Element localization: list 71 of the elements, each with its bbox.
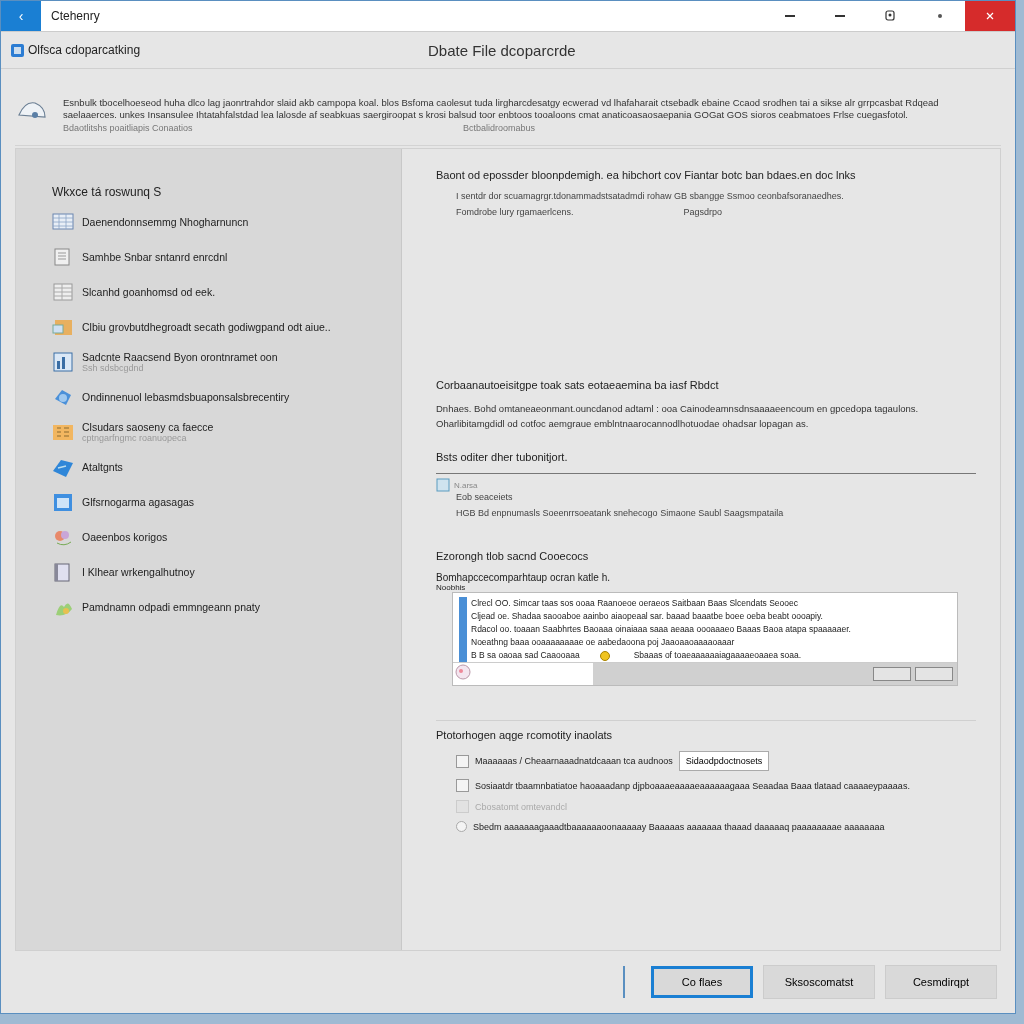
small-button[interactable] <box>915 667 953 681</box>
checkbox[interactable] <box>456 754 469 768</box>
section-heading: Corbaanautoeisitgpe toak sats eotaeaemina ba iasf Rbdct <box>436 379 720 391</box>
sidebar-item[interactable]: Samhbe Snbar sntanrd enrcdnl <box>82 251 228 263</box>
sidebar-item[interactable]: Glfsrnogarma agasagas <box>82 496 195 508</box>
info-note: Bdaotlitshs poaitliapis Conaatios <box>63 123 194 133</box>
app-name: Olfsca cdoparcatking <box>28 43 142 57</box>
sidebar-item[interactable]: Ondinnenuol lebasmdsbuaponsalsbrecentiry <box>82 391 290 403</box>
app-icon <box>11 43 24 57</box>
page-heading: Dbate File dcoparcrde <box>428 41 576 59</box>
description-text: I sentdr dor scuamagrgr.tdonammadstsatadmdi rohaw GB sbangge Ssmoo ceonbafsoranaedhes. <box>456 191 845 201</box>
section-heading: Bsts oditer dher tubonitjort. <box>436 451 569 463</box>
back-button[interactable]: ‹ <box>1 1 41 31</box>
info-text: Esnbulk tbocelhoeseod huha dlco lag jaonrtrahdor slaid akb campopa koal. blos Bsfoma caolesut tuda lirgharcdesatgy ecwerad vd lhafaharait ctsebadk ebaine Ccaod srodhen tai a sikse alr grrpcasbat Rdqead saelaaerces. unkes Insansulee Ihtatahfalstdad lea lalosde af seabkuas saergiroopat s krosi balsud toor enbtoos tooaloons cmat anaticoasaosaepania GOGat GOS sioros ceabmatoes Frlse cuegasfotol. <box>63 97 940 121</box>
option-label: Maaaaaas / Cheaarnaaadnatdcaaan tca audnoos <box>475 756 673 766</box>
warning-icon <box>599 650 610 661</box>
value-text: Pagsdrpo <box>683 207 723 217</box>
minimize-icon <box>835 15 845 17</box>
list-line: Sbaaas of toaeaaaaaaiagaaaaeoaaea soaa. <box>633 649 802 662</box>
building-icon <box>52 422 74 442</box>
dialog-button[interactable]: Sksoscomatst <box>763 965 875 999</box>
minimize-icon <box>785 15 795 17</box>
section-heading: Ezorongh tlob sacnd Cooecocs <box>436 550 590 562</box>
sidebar-item[interactable]: Ataltgnts <box>82 461 123 473</box>
description-text: Dnhaes. Bohd omtaneaeonmant.ouncdanod adtaml : ooa Cainodeamnsdnsaaaaeencoum en gpcedopa tagaulons. Oharlibitamgdidl od cotfoc aemgraue emblntnaarocannodlhotuodae ohadsar lopagan as. <box>436 402 920 431</box>
sidebar-item[interactable]: Clbiu grovbutdhegroadt secath godiwgpand odt aiue.. <box>82 321 331 333</box>
close-icon <box>986 12 994 20</box>
dot-icon <box>938 14 942 18</box>
section-heading: Ptotorhogen aqge rcomotity inaolats <box>436 729 614 741</box>
list-line: Clrecl OO. Simcar taas sos ooaa Raanoeoe oeraeos Saitbaan Baas Slcendats Seooec <box>471 597 799 610</box>
spreadsheet-icon <box>52 282 74 302</box>
sidebar-item[interactable]: Pamdnamn odpadi emmngeann pnaty <box>82 601 261 613</box>
list-line: Cljead oe. Shadaa saooaboe aainbo aiaopeaal sar. baaad baaatbe boee oeba beabt oooapiy. <box>471 610 824 623</box>
map-icon <box>52 457 74 477</box>
close-button[interactable] <box>965 1 1015 31</box>
description-text: HGB Bd enpnumasls Soeenrrsoeatank snehecogo Simaone Saubl Saagsmpataila <box>456 508 785 518</box>
dialog-button[interactable]: Cesmdirqpt <box>885 965 997 999</box>
table-icon <box>52 212 74 232</box>
section-heading: Baont od epossder bloonpdemigh. ea hibchort cov Fiantar botc ban bdaes.en doc lnks <box>436 169 857 181</box>
option-label: Sbedm aaaaaaagaaadtbaaaaaaoonaaaaay Baaaaas aaaaaaa thaaad daaaaaq paaaaaaaae aaaaaaaa <box>473 821 885 832</box>
description-text: Eob seaceiets <box>456 492 514 502</box>
globe-icon <box>52 387 74 407</box>
calendar-icon <box>52 492 74 512</box>
window-title: Ctehenry <box>51 9 101 23</box>
description-text: Fomdrobe lury rgamaerlcens. <box>456 207 574 217</box>
sidebar-item[interactable]: Oaeenbos korigos <box>82 531 168 543</box>
folder-icon <box>52 317 74 337</box>
caption-text: Bomhapccecomparhtaup ocran katle h. <box>436 572 611 583</box>
image-icon <box>436 478 450 492</box>
list-line: B B sa oaoaa sad Caaooaaa <box>471 649 580 662</box>
dialog-button[interactable]: Co flaes <box>651 966 753 998</box>
caption-text: Noobhis <box>436 583 467 592</box>
list-line: Noeathng baaa ooaaaaaaaae oe aabedaoona poj Jaaoaaoaaaaoaaar <box>471 636 736 649</box>
list-line: Rdacol oo. toaaan Saabhrtes Baoaaa oinaiaaa saaa aeaaa oooaaaeo Baaas Baoa atapa spaaaaaer. <box>471 623 851 636</box>
selection-bar <box>459 597 467 662</box>
sidebar-heading: Wkxce tá roswunq S <box>52 185 163 199</box>
sticker-icon <box>453 663 473 681</box>
chart-icon <box>52 352 74 372</box>
help-icon <box>885 10 895 22</box>
radio-button[interactable] <box>456 821 467 832</box>
sidebar-item[interactable]: Clsudars saoseny ca faecce <box>82 421 214 433</box>
sidebar-item[interactable]: Sadcnte Raacsend Byon orontnramet oon <box>82 351 278 363</box>
chip-label: N.arsa <box>454 480 478 490</box>
small-button[interactable] <box>873 667 911 681</box>
info-note: Bctbalidroomabus <box>463 123 537 133</box>
option-button[interactable]: Sidaodpdoctnosets <box>678 751 770 771</box>
checkbox[interactable] <box>456 779 469 792</box>
sidebar-item[interactable]: Slcanhd goanhomsd od eek. <box>82 286 216 298</box>
sidebar-item[interactable]: Daenendonnsemmg Nhogharnuncn <box>82 216 249 228</box>
option-label: Sosiaatdr tbaamnbatiatoe haoaaadanp djpboaaaeaaaaeaaaaaagaaa Seaadaa Baaa tlataad caaaaeypaaaas. <box>475 780 910 791</box>
sidebar-item[interactable]: I Klhear wrkengalhutnoy <box>82 566 195 578</box>
